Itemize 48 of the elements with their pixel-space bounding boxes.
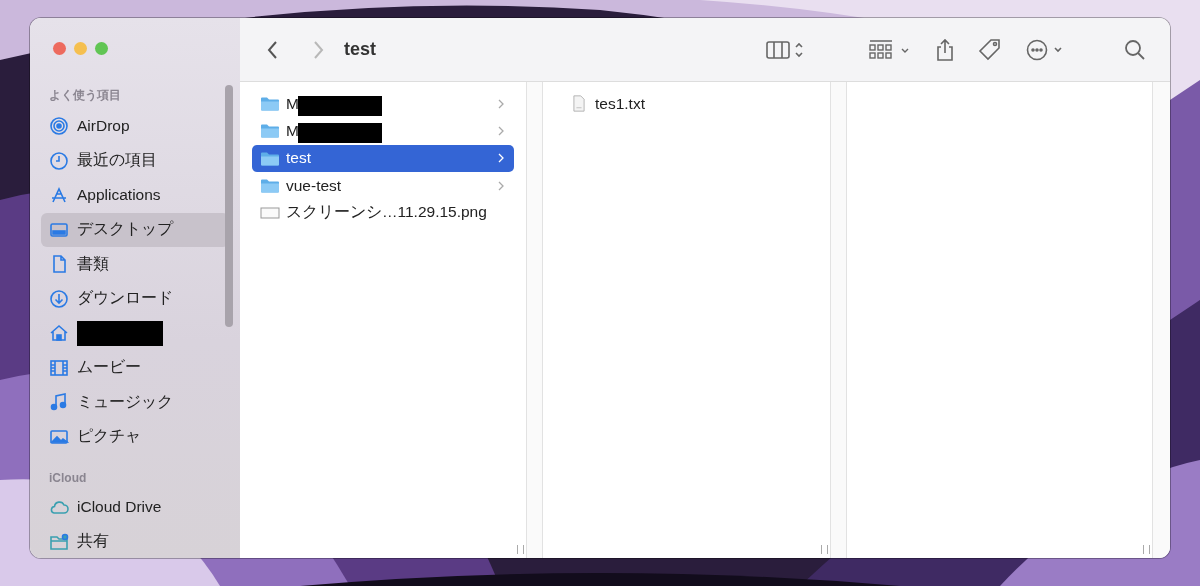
resize-handle[interactable] [821, 545, 828, 554]
chevron-icon [498, 125, 504, 136]
sidebar-item[interactable]: ミュージック [41, 385, 229, 420]
resize-handle[interactable] [1143, 545, 1150, 554]
folder-icon [260, 95, 280, 113]
clock-icon [49, 150, 69, 171]
share-icon[interactable] [935, 37, 955, 62]
scrollbar-thumb[interactable] [225, 85, 233, 327]
section-heading: iCloud [48, 470, 88, 487]
shared-folder-icon [49, 531, 69, 552]
sidebar-item[interactable]: 書類 [41, 247, 229, 282]
house-icon [49, 323, 69, 344]
section-heading: よく使う項目 [48, 87, 122, 104]
chevron-icon [498, 180, 504, 191]
file-row[interactable]: M [252, 90, 514, 118]
file-row[interactable]: test [252, 144, 514, 172]
tag-icon[interactable] [978, 37, 1002, 62]
back-icon[interactable] [267, 39, 279, 60]
sidebar-item[interactable]: Applications [41, 178, 229, 213]
sidebar-item[interactable]: 共有 [41, 524, 229, 558]
sidebar-item[interactable]: AirDrop [41, 109, 229, 144]
sidebar-item[interactable]: ピクチャ [41, 419, 229, 454]
forward-icon[interactable] [312, 39, 324, 60]
minimize-button[interactable] [74, 42, 87, 55]
file-row[interactable]: tes1.txt [561, 90, 818, 118]
file-row[interactable]: スクリーンシ…11.29.15.png [252, 199, 514, 227]
folder-icon [260, 177, 280, 195]
chevron-icon [498, 153, 504, 164]
chevron-icon [498, 98, 504, 109]
download-icon [49, 288, 69, 309]
sidebar-item[interactable]: ダウンロード [41, 281, 229, 316]
sidebar-item[interactable]: 最近の項目 [41, 143, 229, 178]
music-note-icon [49, 392, 69, 413]
file-row[interactable]: vue-test [252, 171, 514, 200]
image-file-icon [260, 204, 280, 222]
window-title: test [344, 39, 376, 60]
file-row[interactable]: M [252, 117, 514, 145]
sidebar-item[interactable]: ムービー [41, 350, 229, 385]
column-view-icon[interactable] [765, 39, 805, 60]
sidebar-item[interactable]: iCloud Drive [41, 490, 229, 525]
more-icon[interactable] [1025, 38, 1065, 61]
zoom-button[interactable] [95, 42, 108, 55]
close-button[interactable] [53, 42, 66, 55]
search-icon[interactable] [1124, 38, 1146, 61]
resize-handle[interactable] [517, 545, 524, 554]
film-icon [49, 357, 69, 378]
airdrop-icon [49, 116, 69, 137]
folder-icon [260, 122, 280, 140]
